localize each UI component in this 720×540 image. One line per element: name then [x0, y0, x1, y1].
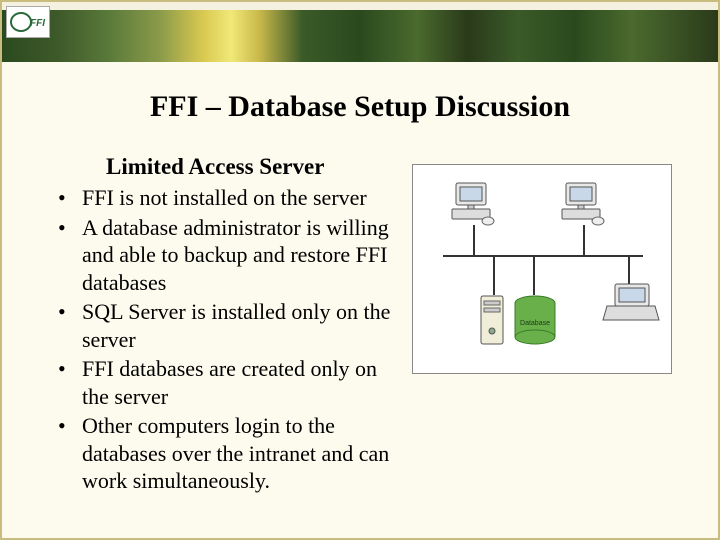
- header-banner: FFI: [2, 2, 718, 62]
- laptop-icon: [601, 280, 661, 325]
- subtitle: Limited Access Server: [106, 154, 394, 180]
- list-item: FFI databases are created only on the se…: [58, 355, 394, 410]
- diagram-column: Database: [412, 154, 682, 497]
- desktop-icon: [448, 179, 498, 229]
- list-item: SQL Server is installed only on the serv…: [58, 298, 394, 353]
- logo-text: FFI: [30, 18, 45, 29]
- desktop-icon: [558, 179, 608, 229]
- text-column: Limited Access Server FFI is not install…: [38, 154, 394, 497]
- ffi-logo: FFI: [6, 6, 50, 38]
- server-icon: [478, 293, 508, 348]
- list-item: Other computers login to the databases o…: [58, 412, 394, 495]
- slide-title: FFI – Database Setup Discussion: [38, 90, 682, 124]
- list-item: FFI is not installed on the server: [58, 184, 394, 212]
- list-item: A database administrator is willing and …: [58, 214, 394, 297]
- database-label: Database: [520, 320, 550, 327]
- database-icon: Database: [511, 295, 559, 350]
- slide-body: FFI – Database Setup Discussion Limited …: [2, 62, 718, 517]
- content-row: Limited Access Server FFI is not install…: [38, 154, 682, 497]
- network-diagram: Database: [412, 164, 672, 374]
- bullet-list: FFI is not installed on the server A dat…: [38, 184, 394, 495]
